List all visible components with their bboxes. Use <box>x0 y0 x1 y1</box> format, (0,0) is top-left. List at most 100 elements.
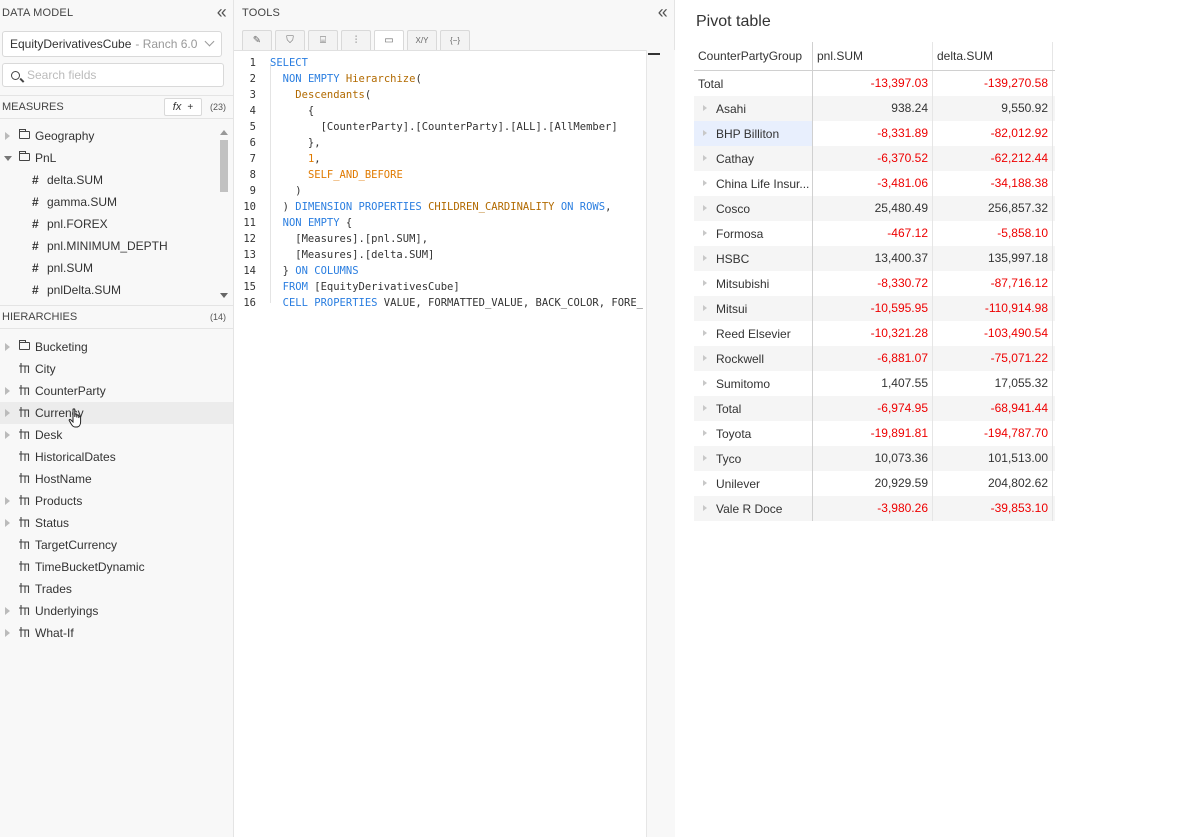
expand-caret-icon[interactable] <box>703 255 707 261</box>
mdx-editor[interactable]: 1 SELECT 2 NON EMPTY Hierarchize(3 Descend… <box>234 50 646 837</box>
measure-item[interactable]: # gamma.SUM <box>0 191 233 213</box>
delta-sum-cell[interactable]: -68,941.44 <box>933 396 1053 421</box>
measures-scrollbar[interactable] <box>218 128 230 300</box>
delta-sum-cell[interactable]: 9,550.92 <box>933 96 1053 121</box>
cube-selector[interactable]: EquityDerivativesCube - Ranch 6.0 <box>2 31 222 57</box>
row-header-cell[interactable]: Total <box>694 71 813 96</box>
hierarchy-item-underlyings[interactable]: Underlyings <box>0 600 233 622</box>
expand-caret-icon[interactable] <box>703 305 707 311</box>
row-header-cell[interactable]: China Life Insur... <box>694 171 813 196</box>
pivot-row[interactable]: Asahi 938.24 9,550.92 <box>694 96 1055 121</box>
expand-caret-icon[interactable] <box>703 155 707 161</box>
expand-caret-icon[interactable] <box>703 405 707 411</box>
pivot-row[interactable]: Toyota -19,891.81 -194,787.70 <box>694 421 1055 446</box>
caret-right-icon[interactable] <box>5 519 10 527</box>
row-header-cell[interactable]: HSBC <box>694 246 813 271</box>
pivot-row[interactable]: Total -13,397.03 -139,270.58 <box>694 71 1055 96</box>
pnl-sum-cell[interactable]: -3,980.26 <box>813 496 933 521</box>
pivot-row[interactable]: Mitsui -10,595.95 -110,914.98 <box>694 296 1055 321</box>
delta-sum-cell[interactable]: -75,071.22 <box>933 346 1053 371</box>
delta-sum-cell[interactable]: -139,270.58 <box>933 71 1053 96</box>
hierarchy-item-what-if[interactable]: What-If <box>0 622 233 644</box>
hierarchy-item-counterparty[interactable]: CounterParty <box>0 380 233 402</box>
delta-sum-cell[interactable]: -103,490.54 <box>933 321 1053 346</box>
pnl-sum-cell[interactable]: -6,974.95 <box>813 396 933 421</box>
measure-folder-pnl[interactable]: PnL <box>0 147 233 169</box>
search-fields-input[interactable]: Search fields <box>2 63 224 87</box>
pnl-sum-cell[interactable]: 938.24 <box>813 96 933 121</box>
delta-sum-cell[interactable]: -34,188.38 <box>933 171 1053 196</box>
pivot-row[interactable]: Formosa -467.12 -5,858.10 <box>694 221 1055 246</box>
expand-caret-icon[interactable] <box>703 355 707 361</box>
pnl-sum-cell[interactable]: -3,481.06 <box>813 171 933 196</box>
scroll-down-icon[interactable] <box>220 293 228 298</box>
hierarchy-item-desk[interactable]: Desk <box>0 424 233 446</box>
hierarchy-item-timebucketdynamic[interactable]: TimeBucketDynamic <box>0 556 233 578</box>
pivot-row[interactable]: Mitsubishi -8,330.72 -87,716.12 <box>694 271 1055 296</box>
measure-item[interactable]: # pnl.SUM <box>0 257 233 279</box>
pivot-row[interactable]: Tyco 10,073.36 101,513.00 <box>694 446 1055 471</box>
pivot-row[interactable]: Cosco 25,480.49 256,857.32 <box>694 196 1055 221</box>
pencil-tab[interactable]: ✎ <box>242 30 272 50</box>
caret-right-icon[interactable] <box>5 409 10 417</box>
caret-right-icon[interactable] <box>5 497 10 505</box>
delta-sum-cell[interactable]: -5,858.10 <box>933 221 1053 246</box>
row-header-cell[interactable]: Toyota <box>694 421 813 446</box>
hierarchy-item-currency[interactable]: Currency <box>0 402 233 424</box>
add-calculated-measure-button[interactable]: fx + <box>164 98 202 116</box>
expand-caret-icon[interactable] <box>703 480 707 486</box>
row-header-cell[interactable]: Cathay <box>694 146 813 171</box>
pnl-sum-cell[interactable]: -10,595.95 <box>813 296 933 321</box>
expand-caret-icon[interactable] <box>703 205 707 211</box>
delta-sum-cell[interactable]: 256,857.32 <box>933 196 1053 221</box>
row-header-cell[interactable]: Formosa <box>694 221 813 246</box>
hierarchy-item-status[interactable]: Status <box>0 512 233 534</box>
filter-tab[interactable]: ⛉ <box>275 30 305 50</box>
pnl-sum-cell[interactable]: 25,480.49 <box>813 196 933 221</box>
row-header-cell[interactable]: Mitsui <box>694 296 813 321</box>
delta-sum-cell[interactable]: -82,012.92 <box>933 121 1053 146</box>
caret-right-icon[interactable] <box>5 343 10 351</box>
pivot-row[interactable]: BHP Billiton -8,331.89 -82,012.92 <box>694 121 1055 146</box>
delta-sum-cell[interactable]: 204,802.62 <box>933 471 1053 496</box>
delta-sum-cell[interactable]: 135,997.18 <box>933 246 1053 271</box>
pnl-sum-cell[interactable]: 10,073.36 <box>813 446 933 471</box>
pnl-sum-cell[interactable]: -19,891.81 <box>813 421 933 446</box>
sliders-tab[interactable]: ⫶ <box>341 30 371 50</box>
delta-sum-cell[interactable]: -62,212.44 <box>933 146 1053 171</box>
scroll-thumb[interactable] <box>220 140 228 192</box>
hierarchy-item-hostname[interactable]: HostName <box>0 468 233 490</box>
expand-caret-icon[interactable] <box>703 180 707 186</box>
delta-sum-cell[interactable]: 101,513.00 <box>933 446 1053 471</box>
measure-folder-geography[interactable]: Geography <box>0 125 233 147</box>
measure-item[interactable]: # pnl.MINIMUM_DEPTH <box>0 235 233 257</box>
delta-sum-cell[interactable]: -194,787.70 <box>933 421 1053 446</box>
row-header-cell[interactable]: Vale R Doce <box>694 496 813 521</box>
pivot-row[interactable]: HSBC 13,400.37 135,997.18 <box>694 246 1055 271</box>
collapse-tools-icon[interactable]: « <box>658 3 668 21</box>
hierarchy-item-trades[interactable]: Trades <box>0 578 233 600</box>
scroll-up-icon[interactable] <box>220 130 228 135</box>
hierarchy-item-historicaldates[interactable]: HistoricalDates <box>0 446 233 468</box>
pnl-sum-cell[interactable]: -467.12 <box>813 221 933 246</box>
pnl-sum-cell[interactable]: -10,321.28 <box>813 321 933 346</box>
row-header-cell[interactable]: Sumitomo <box>694 371 813 396</box>
expand-caret-icon[interactable] <box>703 380 707 386</box>
terminal-tab[interactable]: ▭ <box>374 30 404 50</box>
expand-caret-icon[interactable] <box>703 330 707 336</box>
delta-sum-cell[interactable]: 17,055.32 <box>933 371 1053 396</box>
pivot-row[interactable]: Vale R Doce -3,980.26 -39,853.10 <box>694 496 1055 521</box>
pnl-sum-cell[interactable]: -8,330.72 <box>813 271 933 296</box>
xy-tab[interactable]: X/Y <box>407 30 437 50</box>
pnl-sum-cell[interactable]: -6,370.52 <box>813 146 933 171</box>
pnl-sum-cell[interactable]: -8,331.89 <box>813 121 933 146</box>
caret-right-icon[interactable] <box>5 629 10 637</box>
editor-scrollbar[interactable] <box>646 50 675 837</box>
row-header-cell[interactable]: Asahi <box>694 96 813 121</box>
expand-caret-icon[interactable] <box>703 455 707 461</box>
pnl-sum-cell[interactable]: 13,400.37 <box>813 246 933 271</box>
row-header-cell[interactable]: Reed Elsevier <box>694 321 813 346</box>
hierarchy-item-targetcurrency[interactable]: TargetCurrency <box>0 534 233 556</box>
caret-right-icon[interactable] <box>5 387 10 395</box>
expand-caret-icon[interactable] <box>703 105 707 111</box>
